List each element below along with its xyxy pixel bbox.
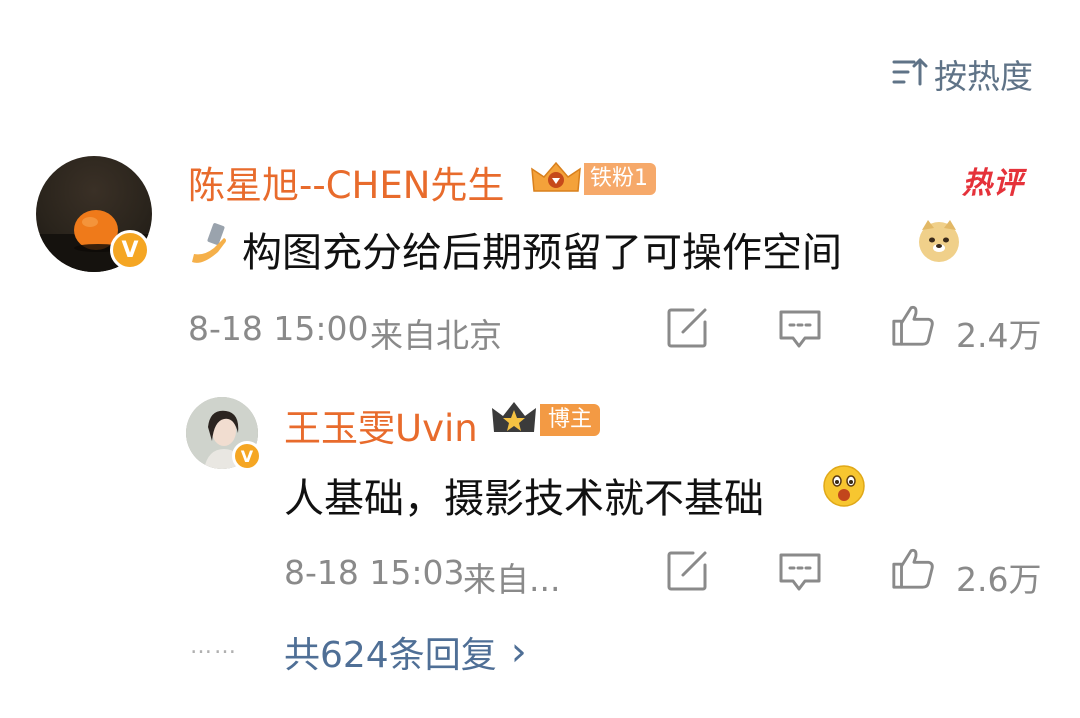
hot-comment-tag: 热评 bbox=[962, 166, 1024, 201]
comment-button[interactable] bbox=[777, 305, 823, 351]
thumbs-up-icon bbox=[892, 305, 934, 346]
reply-like-count: 2.6万 bbox=[956, 560, 1042, 599]
repost-button[interactable] bbox=[664, 305, 710, 351]
fan-badge[interactable]: 铁粉1 bbox=[528, 157, 656, 201]
reply-like-button[interactable] bbox=[890, 545, 936, 591]
doge-emoji-icon bbox=[916, 218, 962, 268]
surprised-emoji-icon bbox=[822, 464, 866, 512]
blogger-crown-icon bbox=[488, 398, 540, 442]
reply-location: 来自... bbox=[463, 560, 561, 599]
sort-lines-arrow-icon bbox=[892, 56, 928, 92]
comment-bubble-icon bbox=[779, 310, 821, 348]
reply-share-edit-icon bbox=[667, 551, 707, 591]
like-count: 2.4万 bbox=[956, 316, 1042, 355]
reply-comment-button[interactable] bbox=[777, 548, 823, 594]
comment-datetime: 8-18 15:00 bbox=[188, 309, 369, 348]
dots-separator: …… bbox=[190, 634, 238, 659]
reply-thumbs-up-icon bbox=[892, 548, 934, 589]
reply-repost-button[interactable] bbox=[664, 548, 710, 594]
comment-text: 构图充分给后期预留了可操作空间 bbox=[242, 230, 842, 276]
fan-badge-label: 铁粉1 bbox=[584, 163, 656, 195]
verified-v-icon: V bbox=[110, 230, 150, 270]
share-edit-icon bbox=[667, 308, 707, 348]
like-button[interactable] bbox=[890, 302, 936, 348]
chevron-right-icon: › bbox=[510, 629, 527, 675]
sort-by-hot-button[interactable]: 按热度 bbox=[892, 52, 1033, 96]
blogger-badge-label: 博主 bbox=[540, 404, 601, 436]
crown-icon bbox=[528, 157, 584, 201]
reply-comment-bubble-icon bbox=[779, 553, 821, 591]
comment-username[interactable]: 陈星旭--CHEN先生 bbox=[188, 155, 504, 209]
reply-datetime: 8-18 15:03 bbox=[284, 553, 465, 592]
phone-selfie-emoji-icon bbox=[188, 222, 234, 274]
more-replies-label: 共624条回复 bbox=[284, 635, 497, 676]
blogger-badge: 博主 bbox=[488, 398, 601, 442]
reply-text: 人基础，摄影技术就不基础 bbox=[284, 476, 764, 522]
view-more-replies-link[interactable]: 共624条回复 › bbox=[284, 626, 527, 678]
reply-verified-v-icon: V bbox=[232, 441, 262, 471]
sort-label: 按热度 bbox=[934, 57, 1033, 96]
comment-location: 来自北京 bbox=[370, 316, 502, 355]
reply-username[interactable]: 王玉雯Uvin bbox=[284, 398, 478, 452]
